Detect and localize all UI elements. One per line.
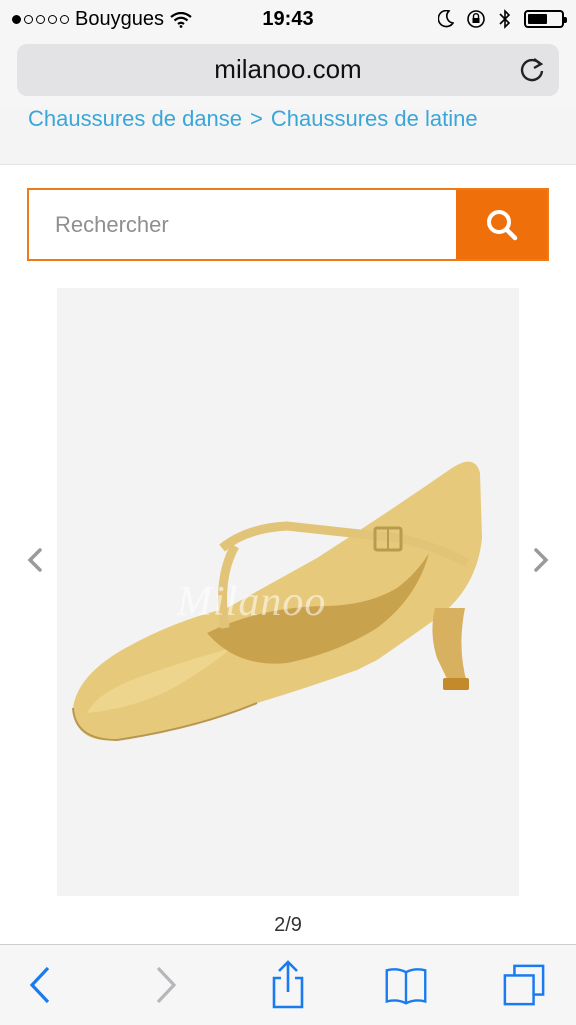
battery-level bbox=[528, 14, 547, 24]
browser-toolbar bbox=[0, 944, 576, 1025]
rotation-lock-icon bbox=[467, 10, 485, 28]
address-bar[interactable]: milanoo.com bbox=[17, 44, 559, 96]
breadcrumb-separator: > bbox=[250, 108, 263, 131]
breadcrumb-strip: Chaussures de danse > Chaussures de latine bbox=[0, 108, 576, 165]
image-page-indicator: 2/9 bbox=[274, 914, 302, 936]
forward-chevron-icon bbox=[156, 966, 177, 1004]
search-button[interactable] bbox=[456, 190, 547, 259]
product-image[interactable]: Milanoo bbox=[57, 288, 519, 896]
watermark: Milanoo bbox=[177, 579, 327, 625]
url-text: milanoo.com bbox=[214, 54, 362, 84]
share-icon bbox=[272, 960, 304, 1009]
search-bar bbox=[27, 188, 549, 261]
breadcrumb-link-dance-shoes[interactable]: Chaussures de danse bbox=[28, 108, 242, 131]
browser-chrome: Bouygues 19:43 milanoo.com bbox=[0, 0, 576, 108]
previous-image-arrow-icon[interactable] bbox=[24, 546, 48, 574]
moon-icon bbox=[438, 10, 454, 28]
tabs-button[interactable] bbox=[502, 963, 546, 1007]
breadcrumb-link-latin-shoes[interactable]: Chaussures de latine bbox=[271, 108, 478, 131]
forward-button[interactable] bbox=[144, 963, 188, 1007]
bookmarks-book-icon bbox=[385, 968, 427, 1005]
search-icon bbox=[486, 209, 517, 240]
tabs-icon bbox=[503, 964, 545, 1006]
back-button[interactable] bbox=[18, 963, 62, 1007]
search-input[interactable] bbox=[29, 190, 456, 259]
back-chevron-icon bbox=[29, 966, 50, 1004]
bluetooth-icon bbox=[499, 9, 511, 29]
status-bar: Bouygues 19:43 bbox=[0, 0, 576, 38]
breadcrumb: Chaussures de danse > Chaussures de latine bbox=[28, 108, 486, 132]
status-right bbox=[438, 8, 567, 30]
bookmarks-button[interactable] bbox=[384, 963, 428, 1007]
share-button[interactable] bbox=[266, 960, 310, 1009]
reload-icon[interactable] bbox=[519, 56, 545, 84]
battery-icon bbox=[524, 10, 567, 28]
next-image-arrow-icon[interactable] bbox=[528, 546, 552, 574]
